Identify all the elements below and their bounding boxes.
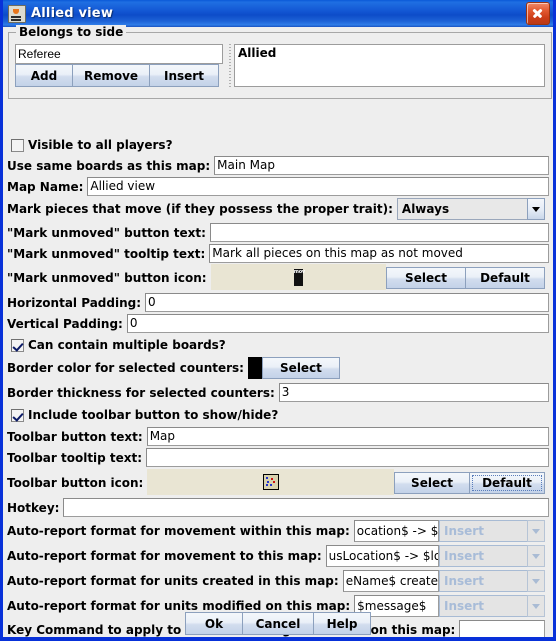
list-item[interactable]: Allied: [238, 46, 541, 60]
window-title: Allied view: [31, 6, 114, 21]
cancel-button[interactable]: Cancel: [242, 612, 314, 635]
map-name-input[interactable]: Allied view: [87, 177, 549, 196]
visible-to-all-label: Visible to all players?: [28, 138, 173, 152]
mark-unmoved-button-text-input[interactable]: [209, 223, 549, 242]
toolbar-icon-row: Toolbar button icon: Select Default: [3, 469, 549, 496]
map-name-label: Map Name:: [7, 179, 84, 194]
toolbar-icon-preview[interactable]: [147, 469, 394, 495]
mark-unmoved-icon-label: "Mark unmoved" button icon:: [7, 270, 207, 285]
map-name-row: Map Name: Allied view: [3, 176, 553, 197]
visible-to-all-row: Visible to all players?: [3, 135, 177, 155]
mark-pieces-combo[interactable]: Always: [396, 198, 545, 220]
ok-button[interactable]: Ok: [185, 612, 243, 635]
mark-unmoved-default-button[interactable]: Default: [465, 266, 545, 289]
toolbar-icon-default-button[interactable]: Default: [469, 471, 545, 494]
vertical-padding-input[interactable]: 0: [126, 314, 549, 333]
multiple-boards-checkbox[interactable]: [11, 338, 24, 352]
insert-combo-value[interactable]: Insert: [439, 545, 527, 567]
close-icon[interactable]: [526, 2, 550, 25]
dialog-content: Belongs to side Add Remove Insert Allied…: [3, 25, 553, 637]
side-list[interactable]: Allied: [234, 44, 545, 87]
auto-report-row: Auto-report format for movement within t…: [3, 519, 549, 543]
split-pane-divider[interactable]: [227, 44, 233, 87]
mark-unmoved-icon-preview[interactable]: mov: [210, 264, 386, 290]
vertical-padding-row: Vertical Padding: 0: [3, 313, 553, 334]
mark-unmoved-tooltip-row: "Mark unmoved" tooltip text: Mark all pi…: [3, 243, 553, 264]
border-thickness-label: Border thickness for selected counters:: [7, 385, 275, 400]
auto-report-label: Auto-report format for movement to this …: [7, 549, 322, 563]
auto-report-label: Auto-report format for units modified on…: [7, 599, 351, 613]
hotkey-input[interactable]: [63, 498, 549, 517]
use-same-boards-input[interactable]: Main Map: [214, 156, 549, 175]
toolbar-tooltip-row: Toolbar tooltip text:: [3, 447, 553, 468]
chevron-down-icon[interactable]: [527, 570, 545, 592]
mark-unmoved-select-button[interactable]: Select: [386, 266, 466, 289]
multiple-boards-row: Can contain multiple boards?: [3, 335, 230, 355]
hotkey-row: Hotkey:: [3, 497, 553, 518]
include-toolbar-label: Include toolbar button to show/hide?: [28, 408, 279, 422]
toolbar-button-text-label: Toolbar button text:: [7, 429, 143, 444]
mark-unmoved-button-text-row: "Mark unmoved" button text:: [3, 222, 553, 243]
insert-combo-value[interactable]: Insert: [439, 520, 527, 542]
java-coffee-cup-icon: [8, 4, 26, 23]
insert-combo[interactable]: Insert: [439, 570, 545, 592]
border-color-swatch: [247, 357, 262, 379]
mark-pieces-label: Mark pieces that move (if they possess t…: [7, 202, 393, 216]
auto-report-input[interactable]: eName$ created in $location$: [342, 570, 439, 592]
group-title: Belongs to side: [16, 25, 127, 39]
auto-report-input[interactable]: ocation$ -> $location$ *: [353, 520, 439, 542]
side-buttons: Add Remove Insert: [15, 64, 219, 87]
insert-combo[interactable]: Insert: [439, 545, 545, 567]
auto-report-label: Auto-report format for movement within t…: [7, 524, 350, 538]
title-bar: Allied view: [3, 0, 553, 27]
mark-unmoved-button-text-label: "Mark unmoved" button text:: [7, 225, 206, 240]
insert-button[interactable]: Insert: [149, 64, 219, 87]
remove-button[interactable]: Remove: [72, 64, 150, 87]
mark-unmoved-tooltip-input[interactable]: Mark all pieces on this map as not moved: [209, 244, 549, 263]
mark-unmoved-icon-row: "Mark unmoved" button icon: mov Select D…: [3, 264, 549, 291]
mark-pieces-row: Mark pieces that move (if they possess t…: [3, 197, 549, 221]
toolbar-tooltip-input[interactable]: [146, 448, 549, 467]
side-name-input[interactable]: [15, 44, 223, 64]
belongs-to-side-group: Belongs to side Add Remove Insert Allied: [8, 25, 552, 99]
vertical-padding-label: Vertical Padding:: [7, 316, 123, 331]
help-button[interactable]: Help: [313, 612, 371, 635]
include-toolbar-checkbox[interactable]: [11, 408, 24, 422]
toolbar-icon-label: Toolbar button icon:: [7, 475, 144, 490]
insert-combo-value[interactable]: Insert: [439, 570, 527, 592]
use-same-boards-row: Use same boards as this map: Main Map: [3, 155, 553, 176]
chevron-down-icon[interactable]: [527, 198, 545, 220]
toolbar-icon-select-button[interactable]: Select: [394, 471, 470, 494]
use-same-boards-label: Use same boards as this map:: [7, 158, 211, 173]
border-color-select-button[interactable]: Select: [261, 357, 340, 379]
dialog-footer: Ok Cancel Help: [3, 612, 553, 635]
mov-badge-icon: mov: [293, 268, 305, 286]
mark-pieces-combo-value[interactable]: Always: [396, 198, 527, 220]
visible-to-all-checkbox[interactable]: [11, 138, 24, 152]
hotkey-label: Hotkey:: [7, 500, 60, 515]
include-toolbar-row: Include toolbar button to show/hide?: [3, 405, 282, 425]
horizontal-padding-input[interactable]: 0: [145, 293, 549, 312]
horizontal-padding-row: Horizontal Padding: 0: [3, 292, 553, 313]
auto-report-input[interactable]: usLocation$ -> $location$ *: [325, 545, 439, 567]
border-thickness-input[interactable]: 3: [278, 383, 549, 402]
toolbar-button-text-row: Toolbar button text: Map: [3, 426, 553, 447]
border-color-label: Border color for selected counters:: [7, 361, 244, 375]
multiple-boards-label: Can contain multiple boards?: [28, 338, 226, 352]
border-color-row: Border color for selected counters: Sele…: [3, 356, 344, 380]
toolbar-button-text-input[interactable]: Map: [146, 427, 549, 446]
map-counters-icon: [262, 474, 279, 490]
horizontal-padding-label: Horizontal Padding:: [7, 295, 142, 310]
auto-report-label: Auto-report format for units created in …: [7, 574, 339, 588]
insert-combo[interactable]: Insert: [439, 520, 545, 542]
mark-unmoved-tooltip-label: "Mark unmoved" tooltip text:: [7, 246, 206, 261]
border-thickness-row: Border thickness for selected counters: …: [3, 382, 553, 403]
auto-report-row: Auto-report format for movement to this …: [3, 544, 549, 568]
chevron-down-icon[interactable]: [527, 545, 545, 567]
toolbar-tooltip-label: Toolbar tooltip text:: [7, 450, 143, 465]
chevron-down-icon[interactable]: [527, 520, 545, 542]
add-button[interactable]: Add: [15, 64, 73, 87]
allied-view-dialog: Allied view Belongs to side Add Remove I…: [0, 0, 556, 641]
auto-report-row: Auto-report format for units created in …: [3, 569, 549, 593]
